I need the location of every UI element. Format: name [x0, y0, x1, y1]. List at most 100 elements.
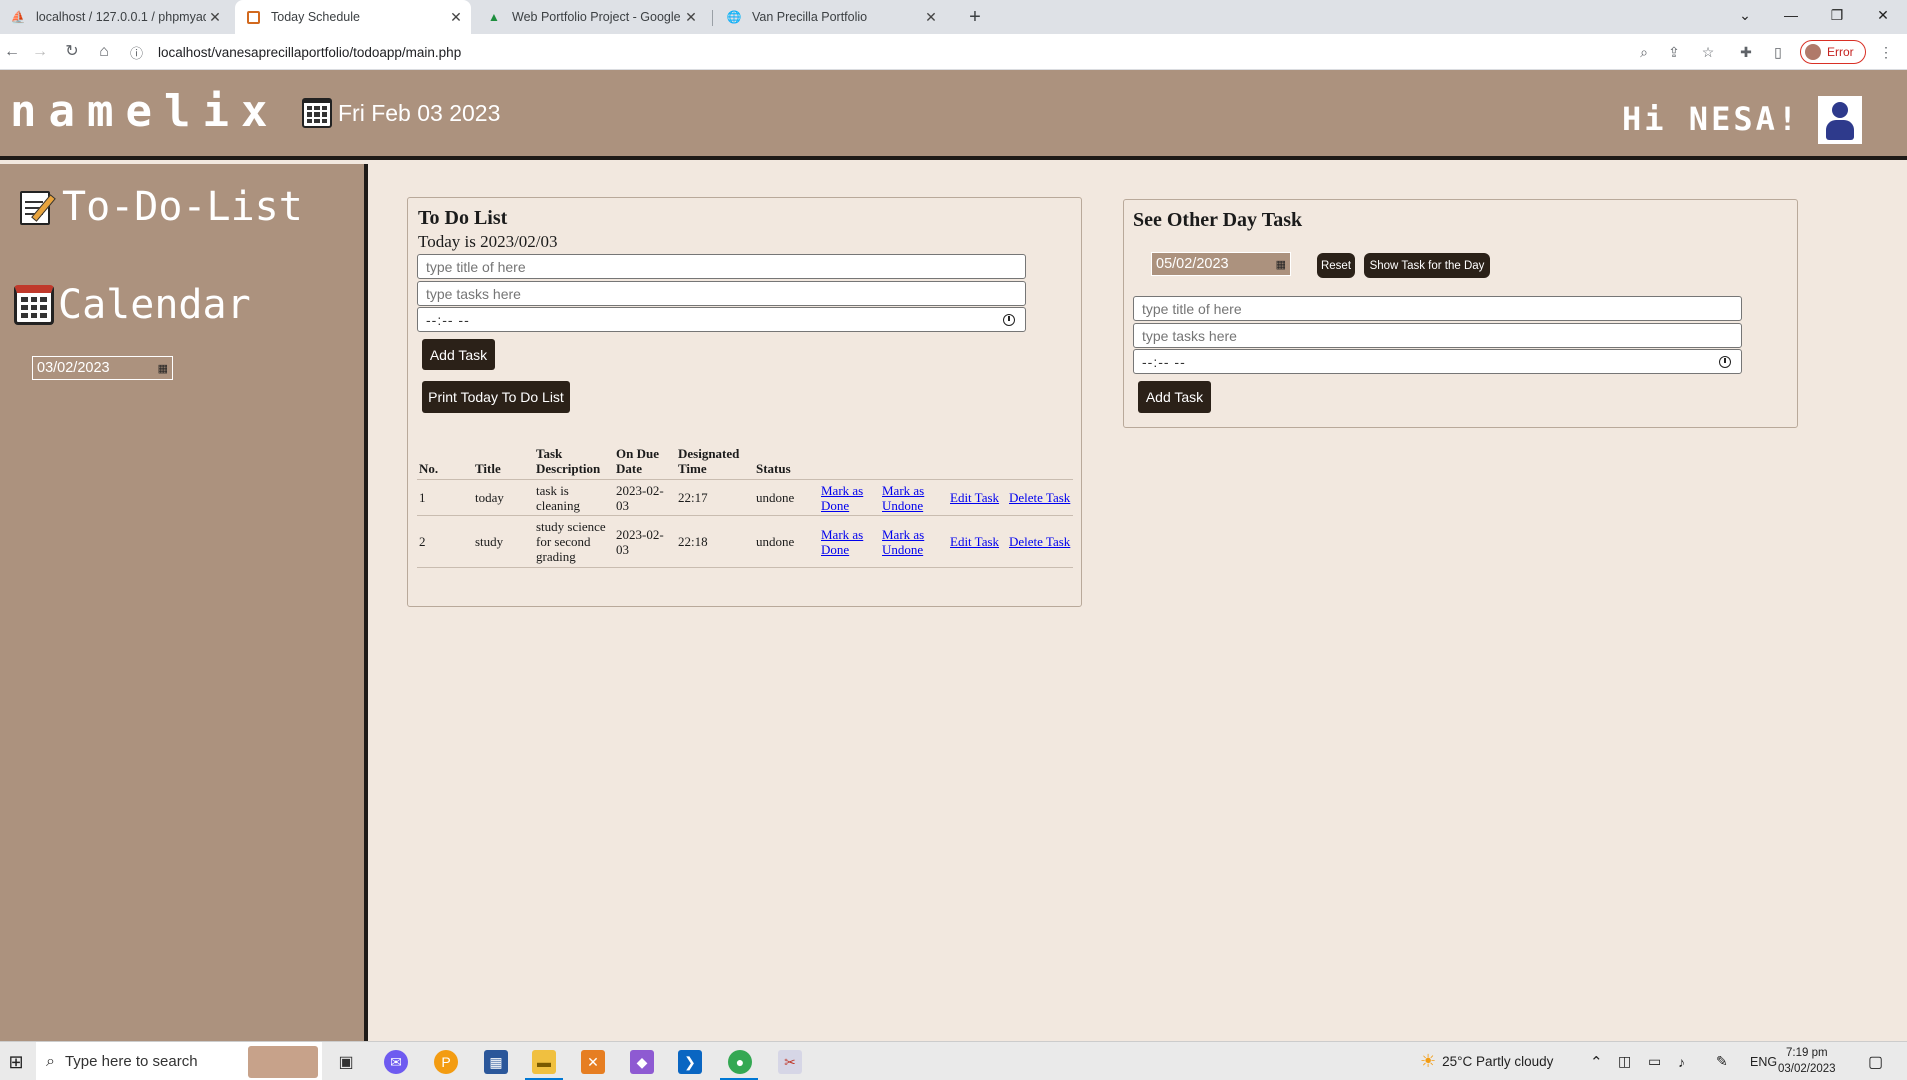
- minimize-icon[interactable]: —: [1768, 0, 1814, 30]
- close-window-icon[interactable]: ✕: [1860, 0, 1906, 30]
- other-task-input[interactable]: type tasks here: [1133, 323, 1742, 348]
- extensions-icon[interactable]: ✚: [1736, 42, 1756, 62]
- meet-icon[interactable]: ◫: [1618, 1042, 1631, 1080]
- other-day-date-input[interactable]: 05/02/2023 ▦: [1151, 252, 1291, 276]
- messenger-icon[interactable]: ✉: [384, 1050, 408, 1074]
- edit-task-link[interactable]: Edit Task: [950, 534, 999, 549]
- site-info-icon[interactable]: ⓘ: [130, 43, 150, 62]
- sidebar-item-todo-list[interactable]: To-Do-List: [18, 184, 303, 230]
- placeholder-text: type title of here: [426, 258, 526, 275]
- calendar-picker-icon[interactable]: ▦: [1276, 258, 1286, 271]
- browser-tab-today-schedule[interactable]: Today Schedule ✕: [235, 0, 471, 34]
- menu-kebab-icon[interactable]: ⋮: [1876, 42, 1896, 62]
- date-value: 05/02/2023: [1156, 256, 1229, 272]
- home-icon[interactable]: ⌂: [92, 40, 116, 64]
- profile-button[interactable]: Error: [1800, 40, 1866, 64]
- delete-task-link[interactable]: Delete Task: [1009, 490, 1070, 505]
- vscode-icon[interactable]: ❯: [678, 1050, 702, 1074]
- other-time-input[interactable]: --:-- --: [1133, 349, 1742, 374]
- cell-due-date: 2023-02-03: [614, 515, 676, 568]
- browser-toolbar: ← → ↻ ⌂ ⓘ localhost/vanesaprecillaportfo…: [0, 34, 1907, 70]
- user-avatar-icon[interactable]: [1818, 96, 1862, 144]
- zoom-icon[interactable]: ⌕: [1634, 42, 1654, 62]
- language-indicator[interactable]: ENG: [1750, 1042, 1777, 1080]
- site-logo[interactable]: namelix: [10, 86, 279, 137]
- windows-start-icon[interactable]: ⊞: [4, 1050, 28, 1074]
- close-icon[interactable]: ✕: [206, 9, 224, 26]
- notification-icon[interactable]: ▢: [1868, 1042, 1883, 1080]
- taskbar-search[interactable]: ⌕ Type here to search: [36, 1042, 322, 1080]
- column-header: Title: [473, 444, 534, 480]
- clock-icon[interactable]: [1719, 355, 1731, 368]
- bookmark-star-icon[interactable]: ☆: [1698, 42, 1718, 62]
- file-explorer-icon[interactable]: ▬: [532, 1050, 556, 1074]
- add-task-button[interactable]: Add Task: [422, 339, 495, 370]
- cell-time: 22:17: [676, 479, 754, 516]
- browser-tab-phpmyadmin[interactable]: ⛵ localhost / 127.0.0.1 / phpmyadm ✕: [0, 0, 230, 34]
- column-header-empty: [880, 444, 948, 480]
- reset-button[interactable]: Reset: [1317, 253, 1355, 278]
- cell-status: undone: [754, 479, 819, 516]
- browser-tab-portfolio[interactable]: 🌐 Van Precilla Portfolio ✕: [716, 0, 946, 34]
- share-icon[interactable]: ⇪: [1664, 42, 1684, 62]
- browser-tab-google-drive[interactable]: ▲ Web Portfolio Project - Google D ✕: [476, 0, 706, 34]
- forward-icon[interactable]: →: [28, 40, 52, 64]
- mark-done-link[interactable]: Mark as Done: [821, 483, 863, 513]
- reload-icon[interactable]: ↻: [60, 40, 84, 64]
- clock-icon[interactable]: [1003, 313, 1015, 326]
- volume-icon[interactable]: ♪: [1678, 1042, 1685, 1080]
- table-row: 2 study study science for second grading…: [417, 515, 1073, 568]
- sidebar-item-calendar[interactable]: Calendar: [14, 282, 251, 328]
- tab-search-icon[interactable]: ⌄: [1722, 0, 1768, 30]
- network-icon[interactable]: ▭: [1648, 1042, 1661, 1080]
- tab-title: Van Precilla Portfolio: [752, 10, 868, 24]
- mark-undone-link[interactable]: Mark as Undone: [882, 527, 924, 557]
- other-title-input[interactable]: type title of here: [1133, 296, 1742, 321]
- todo-time-input[interactable]: --:-- --: [417, 307, 1026, 332]
- header-date: Fri Feb 03 2023: [302, 98, 500, 128]
- restore-icon[interactable]: ❐: [1814, 0, 1860, 30]
- close-icon[interactable]: ✕: [922, 9, 940, 26]
- column-header-empty: [1007, 444, 1073, 480]
- edit-task-link[interactable]: Edit Task: [950, 490, 999, 505]
- todo-task-input[interactable]: type tasks here: [417, 281, 1026, 306]
- back-icon[interactable]: ←: [0, 40, 24, 64]
- calendar-picker-icon[interactable]: ▦: [158, 362, 168, 375]
- system-clock[interactable]: 7:19 pm 03/02/2023: [1778, 1045, 1836, 1077]
- address-bar[interactable]: ⓘ localhost/vanesaprecillaportfolio/todo…: [130, 38, 1750, 66]
- pen-icon[interactable]: ✎: [1716, 1042, 1728, 1080]
- cell-action: Edit Task: [948, 515, 1007, 568]
- show-task-for-day-button[interactable]: Show Task for the Day: [1364, 253, 1490, 278]
- cell-action: Mark as Undone: [880, 479, 948, 516]
- sidebar-date-input[interactable]: 03/02/2023 ▦: [32, 356, 173, 380]
- snipping-tool-icon[interactable]: ✂: [778, 1050, 802, 1074]
- task-view-icon[interactable]: ▣: [334, 1050, 358, 1074]
- todo-title-input[interactable]: type title of here: [417, 254, 1026, 279]
- clock-date: 03/02/2023: [1778, 1063, 1836, 1075]
- close-icon[interactable]: ✕: [447, 9, 465, 26]
- column-header: No.: [417, 444, 473, 480]
- close-icon[interactable]: ✕: [682, 9, 700, 26]
- user-greeting: Hi NESA!: [1622, 100, 1801, 138]
- new-tab-button[interactable]: +: [962, 4, 988, 30]
- print-todo-button[interactable]: Print Today To Do List: [422, 381, 570, 413]
- sidebar-item-label: To-Do-List: [62, 184, 303, 230]
- mark-done-link[interactable]: Mark as Done: [821, 527, 863, 557]
- sidebar-item-label: Calendar: [58, 282, 251, 328]
- task-table: No. Title Task Description On Due Date D…: [417, 444, 1073, 568]
- other-add-task-button[interactable]: Add Task: [1138, 381, 1211, 413]
- tray-overflow-icon[interactable]: ⌃: [1590, 1042, 1603, 1080]
- chrome-icon[interactable]: ●: [728, 1050, 752, 1074]
- weather-text: 25°C Partly cloudy: [1442, 1054, 1554, 1069]
- mark-undone-link[interactable]: Mark as Undone: [882, 483, 924, 513]
- cell-action: Delete Task: [1007, 515, 1073, 568]
- visual-studio-icon[interactable]: ◆: [630, 1050, 654, 1074]
- pdf-reader-icon[interactable]: P: [434, 1050, 458, 1074]
- xampp-icon[interactable]: ✕: [581, 1050, 605, 1074]
- google-drive-icon: ▲: [488, 10, 500, 24]
- calculator-icon[interactable]: ▦: [484, 1050, 508, 1074]
- delete-task-link[interactable]: Delete Task: [1009, 534, 1070, 549]
- side-panel-icon[interactable]: ▯: [1768, 42, 1788, 62]
- weather-widget[interactable]: ☀ 25°C Partly cloudy: [1420, 1042, 1553, 1080]
- cell-action: Mark as Done: [819, 479, 880, 516]
